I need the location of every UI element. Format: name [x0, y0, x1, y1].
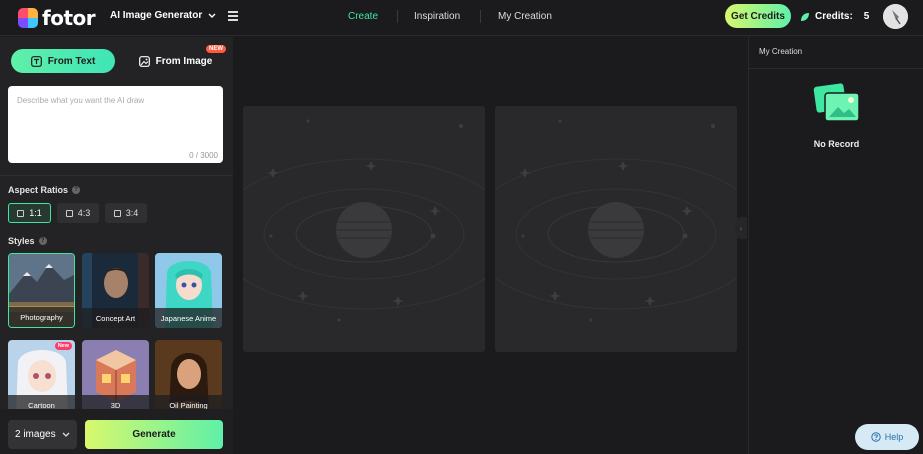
image-icon — [138, 55, 150, 67]
image-count-value: 2 images — [15, 429, 56, 440]
ratio-label: 3:4 — [125, 208, 139, 218]
divider — [749, 68, 923, 69]
help-icon[interactable]: ? — [72, 186, 81, 194]
style-3d[interactable]: 3D — [82, 340, 149, 415]
style-japanese-anime[interactable]: Japanese Anime — [155, 253, 222, 328]
style-label: Photography — [9, 307, 74, 327]
help-button[interactable]: Help — [855, 424, 919, 450]
product-menu-label: AI Image Generator — [110, 10, 203, 21]
canvas-area: › — [233, 37, 748, 454]
square-icon — [17, 209, 25, 217]
nav-divider — [480, 10, 481, 23]
credits-display: Credits: 5 — [800, 11, 869, 22]
chevron-right-icon[interactable]: › — [735, 217, 747, 239]
nav-divider — [397, 10, 398, 23]
ratio-1-1[interactable]: 1:1 — [8, 203, 51, 223]
ratio-label: 4:3 — [77, 208, 91, 218]
divider — [0, 175, 233, 176]
avatar[interactable] — [883, 4, 908, 29]
tab-from-image-label: From Image — [155, 55, 213, 67]
panel-title: My Creation — [759, 47, 803, 56]
image-placeholder — [495, 106, 737, 352]
hamburger-icon[interactable] — [228, 11, 238, 21]
nav-inspiration[interactable]: Inspiration — [414, 11, 460, 22]
planet-placeholder-graphic — [243, 119, 485, 322]
credits-value: 5 — [863, 11, 870, 22]
aspect-ratios-heading: Aspect Ratios ? — [8, 185, 81, 195]
help-label: Help — [884, 432, 904, 442]
text-icon — [30, 55, 42, 67]
new-badge: New — [54, 342, 72, 350]
prompt-box: 0 / 3000 — [8, 86, 223, 163]
style-oil-painting[interactable]: Oil Painting — [155, 340, 222, 415]
help-icon[interactable]: ? — [38, 237, 47, 245]
square-icon — [65, 209, 73, 217]
planet-placeholder-graphic — [495, 119, 737, 322]
fotor-logo[interactable]: fotor — [18, 6, 96, 30]
ratio-label: 1:1 — [29, 208, 42, 218]
left-panel: From Text From Image NEW 0 / 3000 Aspect… — [0, 37, 233, 454]
styles-label: Styles — [8, 236, 35, 246]
style-label: Japanese Anime — [155, 308, 222, 328]
logo-text: fotor — [42, 6, 96, 30]
get-credits-button[interactable]: Get Credits — [725, 4, 791, 28]
my-creation-panel: My Creation No Record — [748, 37, 923, 454]
ratio-4-3[interactable]: 4:3 — [57, 203, 99, 223]
style-concept-art[interactable]: Concept Art — [82, 253, 149, 328]
style-photography[interactable]: Photography — [8, 253, 75, 328]
fotor-logo-icon — [18, 8, 38, 28]
image-placeholder — [243, 106, 485, 352]
generate-bar: 2 images Generate — [0, 409, 233, 454]
aspect-ratios-label: Aspect Ratios — [8, 185, 69, 195]
square-icon — [113, 209, 121, 217]
chevron-down-icon — [62, 432, 70, 437]
image-count-select[interactable]: 2 images — [8, 420, 77, 449]
avatar-image — [883, 4, 908, 29]
ratio-3-4[interactable]: 3:4 — [105, 203, 147, 223]
question-circle-icon — [871, 432, 881, 442]
prompt-input[interactable] — [8, 86, 223, 146]
image-stack-icon — [813, 83, 860, 122]
top-bar: fotor AI Image Generator Create Inspirat… — [0, 0, 923, 36]
nav-my-creation[interactable]: My Creation — [498, 11, 552, 22]
mode-tabs: From Text From Image NEW — [8, 45, 226, 75]
credits-label: Credits: — [815, 11, 853, 22]
chevron-down-icon — [208, 13, 216, 18]
product-menu[interactable]: AI Image Generator — [110, 10, 216, 21]
leaf-icon — [801, 12, 809, 21]
empty-state-text: No Record — [813, 139, 860, 149]
style-label: Concept Art — [82, 308, 149, 328]
tab-from-text-label: From Text — [47, 55, 96, 67]
style-cartoon[interactable]: New Cartoon — [8, 340, 75, 415]
generate-button[interactable]: Generate — [85, 420, 223, 449]
tab-from-text[interactable]: From Text — [11, 49, 115, 73]
char-count: 0 / 3000 — [189, 151, 218, 160]
styles-heading: Styles ? — [8, 236, 47, 246]
new-badge: NEW — [206, 45, 226, 53]
nav-create[interactable]: Create — [348, 11, 378, 22]
